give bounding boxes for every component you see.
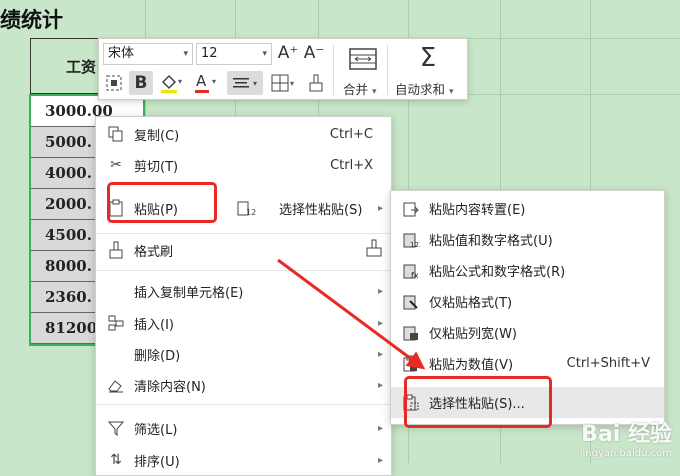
watermark-logo: Bai 经验 (581, 422, 672, 447)
watermark: Bai 经验 jingyan.baidu.com (580, 416, 672, 459)
watermark-url: jingyan.baidu.com (579, 448, 672, 459)
annotation-arrow (277, 258, 426, 370)
